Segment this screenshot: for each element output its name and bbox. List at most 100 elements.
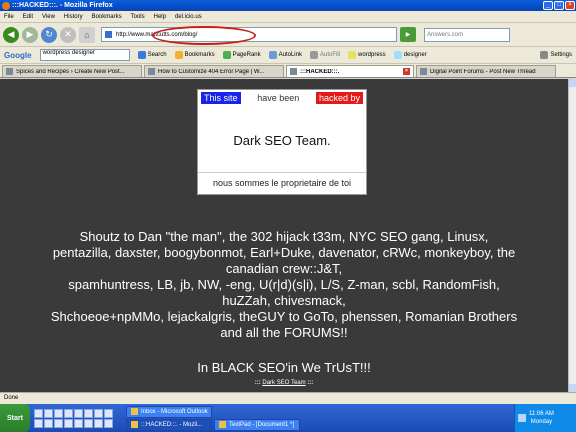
tab-favicon-icon: [290, 68, 297, 75]
tab-strip: Spices and Recipes › Create New Post... …: [0, 64, 576, 78]
highlight-designer[interactable]: designer: [393, 51, 427, 59]
shoutz-line: canadian crew::J&T,: [225, 261, 343, 276]
tab-digitalpoint[interactable]: Digital Point Forums - Post New Thread: [416, 65, 556, 77]
clock[interactable]: 11:06 AM Monday: [529, 410, 554, 426]
search-icon: [137, 51, 146, 59]
title-bar: :::HACKED:::. - Mozilla Firefox _ □ ×: [0, 0, 576, 11]
firefox-icon: [131, 421, 138, 428]
autofill-icon: [309, 51, 318, 59]
google-logo: Google: [4, 50, 32, 60]
shoutz-line: spamhuntress, LB, jb, NW, -eng, U(r|d)(s…: [68, 277, 500, 292]
scroll-up-icon[interactable]: [569, 79, 576, 87]
menu-delicious[interactable]: del.icio.us: [175, 14, 202, 20]
site-favicon-icon: [105, 31, 112, 38]
task-textpad[interactable]: TextPad - [Document1 *]: [214, 418, 300, 431]
vertical-scrollbar[interactable]: [568, 79, 576, 392]
proprietaire-text: nous sommes le proprietaire de toi: [212, 178, 352, 188]
this-site-label: This site: [201, 92, 241, 104]
menu-history[interactable]: History: [64, 14, 83, 20]
autolink-button[interactable]: AutoLink: [268, 51, 302, 59]
maximize-button[interactable]: □: [554, 1, 564, 10]
quicklaunch-icon[interactable]: [74, 418, 83, 428]
quicklaunch-icon[interactable]: [94, 418, 103, 428]
menu-edit[interactable]: Edit: [23, 14, 33, 20]
shoutz-line: pentazilla, daxster, boogybonmot, Earl+D…: [52, 245, 516, 260]
firefox-icon: [2, 1, 10, 10]
navigation-toolbar: ◀ ▶ ↻ ✕ ⌂ http://www.mattcutts.com/blog/…: [0, 23, 576, 47]
google-search-input[interactable]: wordpress designer: [39, 49, 130, 61]
quicklaunch-icon[interactable]: [74, 408, 83, 418]
page-footer: ::: Dark SEO Team :::: [254, 380, 314, 386]
settings-button[interactable]: Settings: [540, 51, 572, 59]
forward-button[interactable]: ▶: [22, 26, 38, 43]
tab-spices[interactable]: Spices and Recipes › Create New Post...: [2, 65, 142, 77]
quicklaunch-icon[interactable]: [64, 418, 73, 428]
stop-button[interactable]: ✕: [60, 26, 76, 43]
autofill-button[interactable]: AutoFill: [309, 51, 340, 59]
hacked-by-label: hacked by: [315, 92, 363, 104]
divider: [198, 172, 366, 173]
reload-button[interactable]: ↻: [41, 26, 57, 43]
quicklaunch-icon[interactable]: [54, 418, 63, 428]
quicklaunch-icon[interactable]: [84, 418, 93, 428]
task-firefox[interactable]: :::HACKED:::. - Mozil...: [126, 418, 212, 431]
pagerank-indicator: PageRank: [222, 51, 261, 59]
menu-file[interactable]: File: [4, 14, 14, 20]
taskbar: Start Inbox - Microsoft Outlook :::HACKE…: [0, 404, 576, 432]
address-bar[interactable]: http://www.mattcutts.com/blog/: [101, 27, 397, 42]
tab-favicon-icon: [148, 68, 155, 75]
shoutz-text: Shoutz to Dan "the man", the 302 hijack …: [6, 229, 562, 341]
status-bar: Done: [0, 392, 576, 404]
menu-tools[interactable]: Tools: [131, 14, 145, 20]
start-button[interactable]: Start: [0, 404, 30, 432]
home-button[interactable]: ⌂: [79, 26, 95, 43]
outlook-icon: [131, 408, 138, 415]
tab-hacked[interactable]: :::HACKED:::. ×: [286, 65, 414, 77]
task-outlook[interactable]: Inbox - Microsoft Outlook: [126, 405, 212, 418]
status-text: Done: [4, 395, 19, 401]
minimize-button[interactable]: _: [543, 1, 553, 10]
star-icon: [174, 51, 183, 59]
tab-favicon-icon: [420, 68, 427, 75]
menu-bar: File Edit View History Bookmarks Tools H…: [0, 11, 576, 23]
quicklaunch-icon[interactable]: [104, 418, 113, 428]
quick-launch: [34, 408, 122, 428]
page-content: This site have been hacked by Dark SEO T…: [0, 79, 568, 392]
tray-icon[interactable]: [518, 414, 526, 422]
shoutz-line: huZZah, chivesmack,: [222, 293, 346, 308]
google-search-button[interactable]: Search: [137, 51, 167, 59]
quicklaunch-icon[interactable]: [104, 408, 113, 418]
url-text: http://www.mattcutts.com/blog/: [116, 31, 198, 38]
google-toolbar: Google wordpress designer Search Bookmar…: [0, 47, 576, 64]
quicklaunch-icon[interactable]: [44, 408, 53, 418]
highlight-icon: [348, 51, 356, 59]
shoutz-line: Shoutz to Dan "the man", the 302 hijack …: [79, 229, 489, 244]
highlight-wordpress[interactable]: wordpress: [348, 51, 386, 59]
system-tray: 11:06 AM Monday: [514, 404, 576, 432]
close-tab-icon[interactable]: ×: [403, 68, 410, 75]
bookmarks-button[interactable]: Bookmarks: [174, 51, 215, 59]
scroll-down-icon[interactable]: [569, 384, 576, 392]
pagerank-icon: [222, 51, 231, 59]
quicklaunch-icon[interactable]: [94, 408, 103, 418]
quicklaunch-icon[interactable]: [64, 408, 73, 418]
have-been-label: have been: [257, 93, 300, 103]
menu-view[interactable]: View: [42, 14, 55, 20]
quicklaunch-icon[interactable]: [84, 408, 93, 418]
team-name: Dark SEO Team.: [233, 133, 331, 148]
quicklaunch-icon[interactable]: [44, 418, 53, 428]
hacked-banner: This site have been hacked by Dark SEO T…: [197, 89, 367, 195]
quicklaunch-icon[interactable]: [34, 408, 43, 418]
close-button[interactable]: ×: [565, 1, 575, 10]
answers-search-input[interactable]: Answers.com: [424, 27, 510, 42]
quicklaunch-icon[interactable]: [34, 418, 43, 428]
back-button[interactable]: ◀: [3, 26, 19, 43]
tab-404[interactable]: How to Customize 404 Error Page | W...: [144, 65, 284, 77]
go-button[interactable]: ▶: [400, 27, 416, 42]
window-title: :::HACKED:::. - Mozilla Firefox: [12, 2, 113, 9]
menu-help[interactable]: Help: [154, 14, 166, 20]
highlight-icon: [393, 51, 402, 59]
quicklaunch-icon[interactable]: [54, 408, 63, 418]
menu-bookmarks[interactable]: Bookmarks: [92, 14, 122, 20]
dark-seo-team-link[interactable]: Dark SEO Team: [262, 380, 305, 386]
